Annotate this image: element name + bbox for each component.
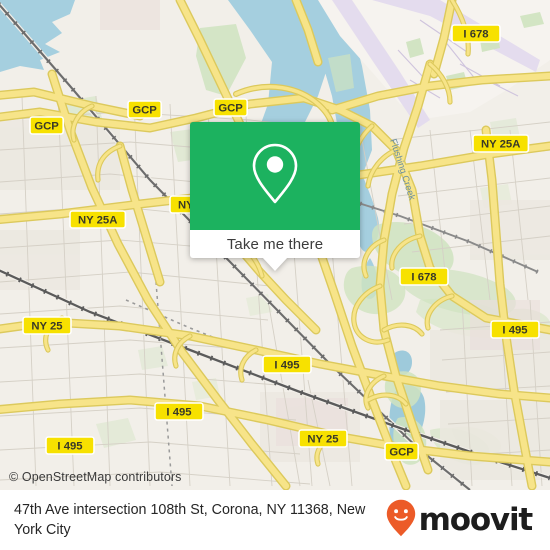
popup-footer[interactable]: Take me there: [190, 230, 360, 271]
highway-shield-label: I 495: [274, 360, 299, 372]
highway-shield: NY 25: [22, 316, 72, 335]
highway-shield-label: GCP: [34, 121, 59, 133]
highway-shield-label: GCP: [389, 447, 414, 459]
highway-shield: NY 25A: [472, 134, 530, 153]
highway-shield: I 495: [262, 355, 312, 374]
moovit-map-screenshot: Flushing Creek GCPGCPGCPI 678NY 25ANY 25…: [0, 0, 550, 550]
map-pin-icon: [251, 142, 299, 210]
highway-shield-label: NY 25: [307, 434, 338, 446]
location-address: 47th Ave intersection 108th St, Corona, …: [14, 502, 366, 538]
moovit-wordmark: moovit: [418, 501, 534, 538]
highway-shield-label: GCP: [132, 105, 157, 117]
highway-shield: I 678: [451, 24, 501, 43]
highway-shield: GCP: [384, 442, 420, 461]
highway-shield-label: I 495: [166, 407, 191, 419]
highway-shield: GCP: [29, 116, 65, 135]
highway-shield: GCP: [127, 100, 163, 119]
highway-shield: I 495: [490, 320, 540, 339]
moovit-smiley-pin-icon: [386, 499, 416, 542]
highway-shield-label: NY 25A: [78, 215, 117, 227]
highway-shield: NY 25: [298, 429, 348, 448]
highway-shield-label: NY 25: [31, 321, 62, 333]
highway-shield-label: GCP: [218, 103, 243, 115]
highway-shield: NY 25A: [69, 210, 127, 229]
popup-header: [190, 122, 360, 230]
popup-tail: [262, 257, 288, 271]
highway-shield-label: I 495: [57, 441, 82, 453]
bottom-info-bar: 47th Ave intersection 108th St, Corona, …: [0, 490, 550, 550]
moovit-logo[interactable]: moovit: [386, 499, 536, 542]
highway-shield: I 678: [399, 267, 449, 286]
highway-shield-label: I 678: [463, 29, 488, 41]
highway-shield-label: I 678: [411, 272, 436, 284]
osm-attribution: © OpenStreetMap contributors: [9, 470, 182, 484]
map-popup-callout[interactable]: Take me there: [190, 122, 360, 271]
highway-shield: I 495: [154, 402, 204, 421]
highway-shield-label: NY 25A: [481, 139, 520, 151]
highway-shield-label: I 495: [502, 325, 527, 337]
highway-shield: I 495: [45, 436, 95, 455]
highway-shield: GCP: [213, 98, 249, 117]
take-me-there-label: Take me there: [226, 235, 324, 253]
